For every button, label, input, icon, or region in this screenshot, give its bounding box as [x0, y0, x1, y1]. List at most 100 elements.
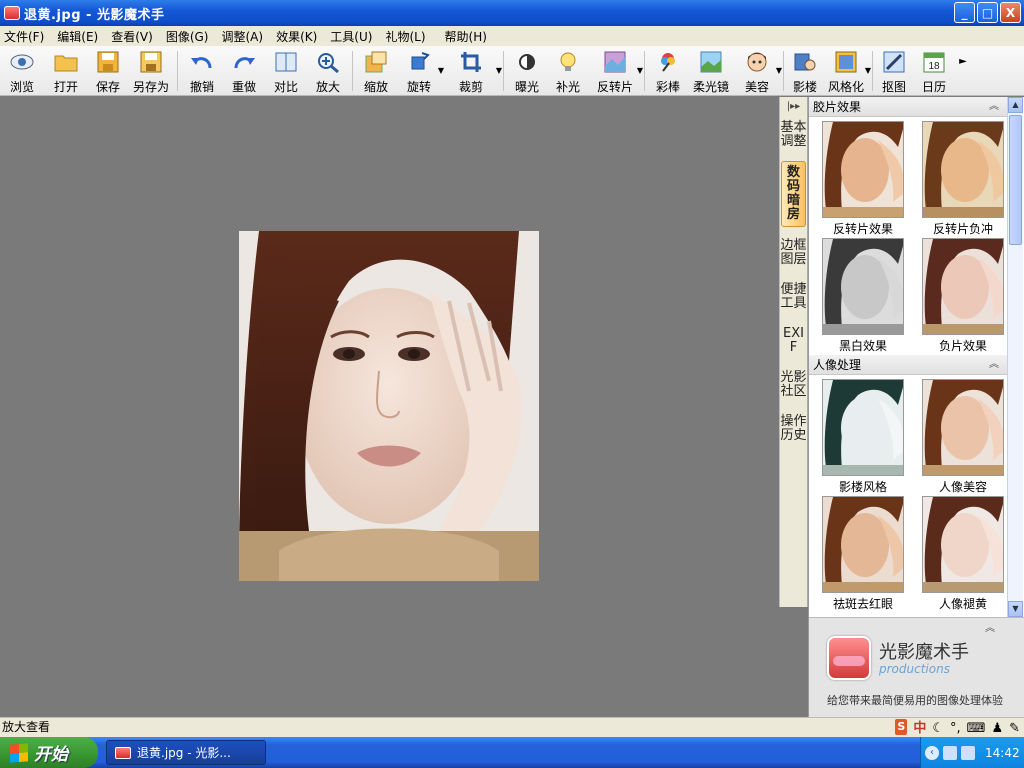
save-as-button[interactable]: 另存为 [128, 46, 174, 96]
signal-icon[interactable] [943, 745, 957, 760]
sogou-icon[interactable]: S [895, 719, 908, 735]
collapse-icon[interactable]: ︽ [989, 97, 999, 117]
taskbar-item-app[interactable]: 退黄.jpg - 光影... [106, 740, 266, 765]
tab-handy-tools[interactable]: 便捷工具 [780, 279, 807, 315]
effect-portrait-yellow-removal[interactable]: 人像褪黄 [915, 496, 1011, 613]
crop-dropdown-icon[interactable]: ▼ [496, 66, 502, 75]
rotate-button[interactable]: 旋转 ▼ [396, 46, 444, 96]
reversal-film-dropdown-icon[interactable]: ▼ [637, 66, 643, 75]
calendar-day-text: 18 [928, 61, 940, 72]
collapse-icon[interactable]: ︽ [985, 619, 995, 634]
calendar-button[interactable]: 18 日历 [912, 46, 956, 96]
effect-negative[interactable]: 负片效果 [915, 238, 1011, 355]
tab-exif[interactable]: EXIF [780, 323, 807, 359]
scroll-down-icon[interactable]: ▼ [1008, 601, 1023, 617]
status-bar: 放大查看 S 中 ☾ °, ⌨ ♟ ✎ [0, 717, 1024, 737]
cutout-icon [882, 50, 906, 74]
toolbar-more-button[interactable]: ► [956, 46, 970, 96]
open-button[interactable]: 打开 [44, 46, 88, 96]
color-wand-icon [656, 50, 680, 74]
soft-lens-button[interactable]: 柔光镜 [688, 46, 734, 96]
wrench-icon[interactable]: ✎ [1009, 719, 1020, 738]
reversal-film-button[interactable]: 反转片 ▼ [589, 46, 643, 96]
start-button[interactable]: 开始 [0, 737, 98, 768]
volume-icon[interactable] [961, 745, 975, 760]
clock[interactable]: 14:42 [985, 746, 1020, 760]
beauty-dropdown-icon[interactable]: ▼ [776, 66, 782, 75]
scroll-up-icon[interactable]: ▲ [1008, 97, 1023, 113]
effect-blemish-redeye[interactable]: 祛斑去红眼 [815, 496, 911, 613]
undo-button[interactable]: 撤销 [181, 46, 223, 96]
tab-basic-adjust[interactable]: 基本调整 [780, 117, 807, 153]
exposure-button[interactable]: 曝光 [507, 46, 547, 96]
windows-logo-icon [10, 742, 28, 763]
zoom-in-button[interactable]: 放大 [307, 46, 349, 96]
menu-bar: 文件(F) 编辑(E) 查看(V) 图像(G) 调整(A) 效果(K) 工具(U… [0, 26, 1024, 46]
menu-help[interactable]: 帮助(H) [445, 28, 487, 45]
cutout-button[interactable]: 抠图 [876, 46, 912, 96]
brand-banner: ︽ 光影魔术手 productions 给您带来最简便易用的图像处理体验 [809, 617, 1024, 717]
resize-button[interactable]: 缩放 [356, 46, 396, 96]
redo-button[interactable]: 重做 [223, 46, 265, 96]
fill-light-button[interactable]: 补光 [547, 46, 589, 96]
chevron-left-icon[interactable]: ‹ [925, 745, 939, 760]
rotate-icon [407, 50, 431, 74]
punctuation-icon[interactable]: °, [950, 719, 961, 738]
menu-effects[interactable]: 效果(K) [276, 28, 317, 45]
crop-button[interactable]: 裁剪 ▼ [442, 46, 502, 96]
tab-history[interactable]: 操作历史 [780, 411, 807, 447]
effect-reversal-push[interactable]: 反转片负冲 [915, 121, 1011, 238]
taskbar: 开始 退黄.jpg - 光影... ‹ 14:42 [0, 737, 1024, 768]
keyboard-icon[interactable]: ⌨ [967, 719, 986, 738]
maximize-button[interactable]: □ [977, 2, 998, 23]
window-title: 退黄.jpg - 光影魔术手 [24, 7, 165, 23]
close-button[interactable]: X [1000, 2, 1021, 23]
menu-file[interactable]: 文件(F) [4, 28, 44, 45]
brand-logo [827, 636, 871, 680]
menu-view[interactable]: 查看(V) [111, 28, 153, 45]
app-logo-icon[interactable] [4, 6, 20, 20]
effect-black-white[interactable]: 黑白效果 [815, 238, 911, 355]
fill-light-icon [556, 50, 580, 74]
stylize-button[interactable]: 风格化 ▼ [823, 46, 871, 96]
menu-adjust[interactable]: 调整(A) [221, 28, 263, 45]
portrait-photo[interactable] [239, 231, 539, 581]
undo-icon [190, 50, 214, 74]
effects-panel: 胶片效果 ︽ 反转片效果 反转片负冲 黑白效果 负片效果 人像处理 ︽ 影楼风格… [808, 97, 1024, 717]
ime-language[interactable]: 中 [913, 719, 926, 738]
tab-community[interactable]: 光影社区 [780, 367, 807, 403]
beauty-button[interactable]: 美容 ▼ [734, 46, 782, 96]
effect-studio-style[interactable]: 影楼风格 [815, 379, 911, 496]
expand-panel-icon[interactable]: |▸▸ [780, 97, 807, 117]
section-portrait-processing[interactable]: 人像处理 ︽ [809, 355, 1007, 375]
collapse-icon[interactable]: ︽ [989, 355, 999, 375]
toolbar-separator [503, 51, 504, 91]
section-film-effects[interactable]: 胶片效果 ︽ [809, 97, 1007, 117]
image-canvas[interactable] [0, 97, 778, 717]
zoom-in-icon [316, 50, 340, 74]
menu-edit[interactable]: 编辑(E) [57, 28, 98, 45]
browse-button[interactable]: 浏览 [0, 46, 44, 96]
moon-icon[interactable]: ☾ [932, 719, 944, 738]
tab-frame-layer[interactable]: 边框图层 [780, 235, 807, 271]
effect-reversal[interactable]: 反转片效果 [815, 121, 911, 238]
menu-gifts[interactable]: 礼物(L) [385, 28, 425, 45]
menu-tools[interactable]: 工具(U) [330, 28, 372, 45]
soft-lens-icon [699, 50, 723, 74]
studio-button[interactable]: 影楼 [787, 46, 823, 96]
scroll-thumb[interactable] [1009, 115, 1022, 245]
stylize-dropdown-icon[interactable]: ▼ [865, 66, 871, 75]
tab-digital-darkroom[interactable]: 数码暗房 [781, 161, 806, 227]
effect-thumbnail [922, 496, 1004, 593]
user-icon[interactable]: ♟ [991, 719, 1003, 738]
effect-thumbnail [822, 496, 904, 593]
minimize-button[interactable]: _ [954, 2, 975, 23]
compare-icon [274, 50, 298, 74]
compare-button[interactable]: 对比 [265, 46, 307, 96]
save-button[interactable]: 保存 [88, 46, 128, 96]
color-wand-button[interactable]: 彩棒 [648, 46, 688, 96]
stylize-icon [834, 50, 858, 74]
effect-portrait-beauty[interactable]: 人像美容 [915, 379, 1011, 496]
panel-scrollbar[interactable]: ▲ ▼ [1007, 97, 1023, 617]
menu-image[interactable]: 图像(G) [166, 28, 209, 45]
